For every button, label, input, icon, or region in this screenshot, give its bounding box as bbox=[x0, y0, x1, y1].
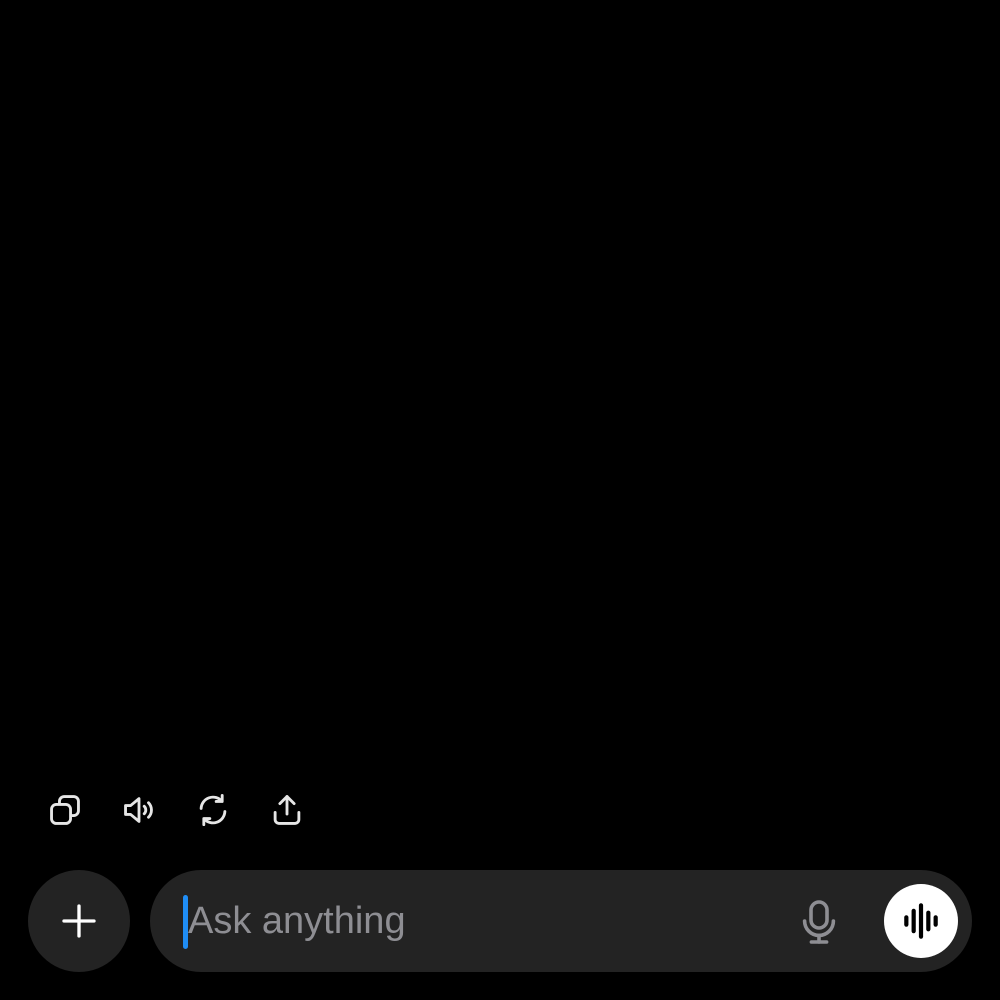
conversation-area bbox=[0, 0, 1000, 860]
regenerate-button[interactable] bbox=[192, 788, 234, 832]
share-button[interactable] bbox=[266, 788, 308, 832]
add-attachment-button[interactable] bbox=[28, 870, 130, 972]
share-icon bbox=[273, 795, 301, 825]
message-composer bbox=[150, 870, 972, 972]
read-aloud-button[interactable] bbox=[118, 788, 160, 832]
dictate-button[interactable] bbox=[794, 897, 844, 947]
message-input[interactable] bbox=[188, 890, 748, 952]
speaker-icon bbox=[124, 797, 153, 823]
plus-icon bbox=[62, 904, 96, 938]
copy-button[interactable] bbox=[44, 788, 86, 832]
copy-icon bbox=[50, 795, 80, 825]
microphone-icon bbox=[802, 900, 836, 944]
voice-mode-button[interactable] bbox=[884, 884, 958, 958]
message-actions-bar bbox=[44, 788, 308, 832]
refresh-icon bbox=[199, 794, 227, 826]
waveform-icon bbox=[904, 903, 938, 939]
